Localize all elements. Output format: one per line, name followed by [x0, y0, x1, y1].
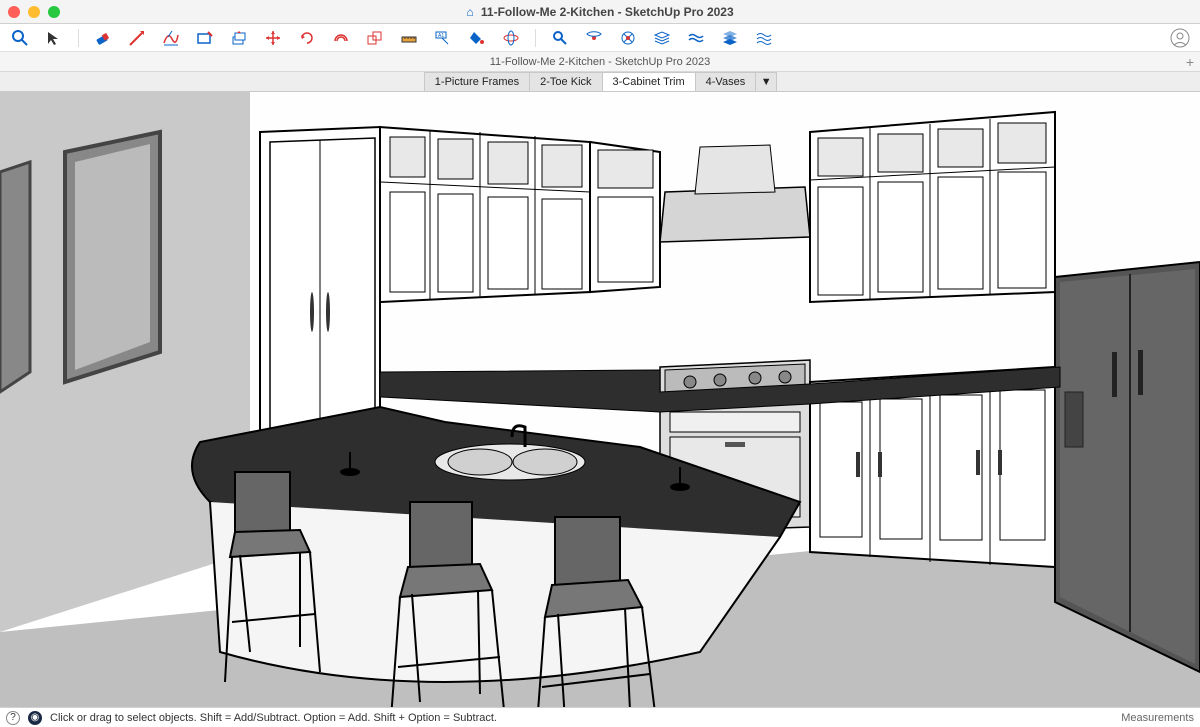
text-tool-icon[interactable]: A1: [433, 28, 453, 48]
document-subtitle-bar: 11-Follow-Me 2-Kitchen - SketchUp Pro 20…: [0, 52, 1200, 72]
window-close-button[interactable]: [8, 6, 20, 18]
freehand-tool-icon[interactable]: [161, 28, 181, 48]
window-minimize-button[interactable]: [28, 6, 40, 18]
scene-tab-vases[interactable]: 4-Vases: [695, 72, 757, 91]
styles-tool-icon[interactable]: [686, 28, 706, 48]
account-icon[interactable]: [1170, 28, 1190, 48]
traffic-lights: [8, 6, 60, 18]
scene-tab-picture-frames[interactable]: 1-Picture Frames: [424, 72, 530, 91]
measurements-label: Measurements: [1121, 712, 1194, 724]
orbit-tool-icon[interactable]: [501, 28, 521, 48]
window-title: 11-Follow-Me 2-Kitchen - SketchUp Pro 20…: [481, 5, 734, 19]
pan-tool-icon[interactable]: [550, 28, 570, 48]
rectangle-tool-icon[interactable]: [195, 28, 215, 48]
model-viewport[interactable]: [0, 92, 1200, 707]
layers-tool-icon[interactable]: [652, 28, 672, 48]
status-bar: ? ◉ Click or drag to select objects. Shi…: [0, 707, 1200, 727]
window-titlebar: ⌂ 11-Follow-Me 2-Kitchen - SketchUp Pro …: [0, 0, 1200, 24]
help-button[interactable]: ?: [6, 711, 20, 725]
scene-tabs: 1-Picture Frames 2-Toe Kick 3-Cabinet Tr…: [0, 72, 1200, 92]
select-tool-icon[interactable]: [44, 28, 64, 48]
push-pull-tool-icon[interactable]: [229, 28, 249, 48]
app-logo-icon: ⌂: [466, 5, 473, 19]
scene-tab-dropdown[interactable]: ▼: [755, 72, 777, 91]
scale-tool-icon[interactable]: [365, 28, 385, 48]
document-subtitle: 11-Follow-Me 2-Kitchen - SketchUp Pro 20…: [490, 56, 711, 68]
outliner-tool-icon[interactable]: [754, 28, 774, 48]
paint-bucket-tool-icon[interactable]: [467, 28, 487, 48]
search-tool-icon[interactable]: [10, 28, 30, 48]
line-tool-icon[interactable]: [127, 28, 147, 48]
status-hint: Click or drag to select objects. Shift =…: [50, 712, 497, 724]
geo-button[interactable]: ◉: [28, 711, 42, 725]
zoom-extents-tool-icon[interactable]: [584, 28, 604, 48]
svg-text:A1: A1: [438, 33, 444, 39]
tape-measure-tool-icon[interactable]: [399, 28, 419, 48]
scene-tab-toe-kick[interactable]: 2-Toe Kick: [529, 72, 602, 91]
window-zoom-button[interactable]: [48, 6, 60, 18]
tags-tool-icon[interactable]: [720, 28, 740, 48]
section-tool-icon[interactable]: [618, 28, 638, 48]
main-toolbar: A1: [0, 24, 1200, 52]
rotate-tool-icon[interactable]: [297, 28, 317, 48]
move-tool-icon[interactable]: [263, 28, 283, 48]
scene-tab-cabinet-trim[interactable]: 3-Cabinet Trim: [602, 72, 696, 91]
eraser-tool-icon[interactable]: [93, 28, 113, 48]
offset-tool-icon[interactable]: [331, 28, 351, 48]
add-scene-button[interactable]: +: [1186, 54, 1194, 70]
